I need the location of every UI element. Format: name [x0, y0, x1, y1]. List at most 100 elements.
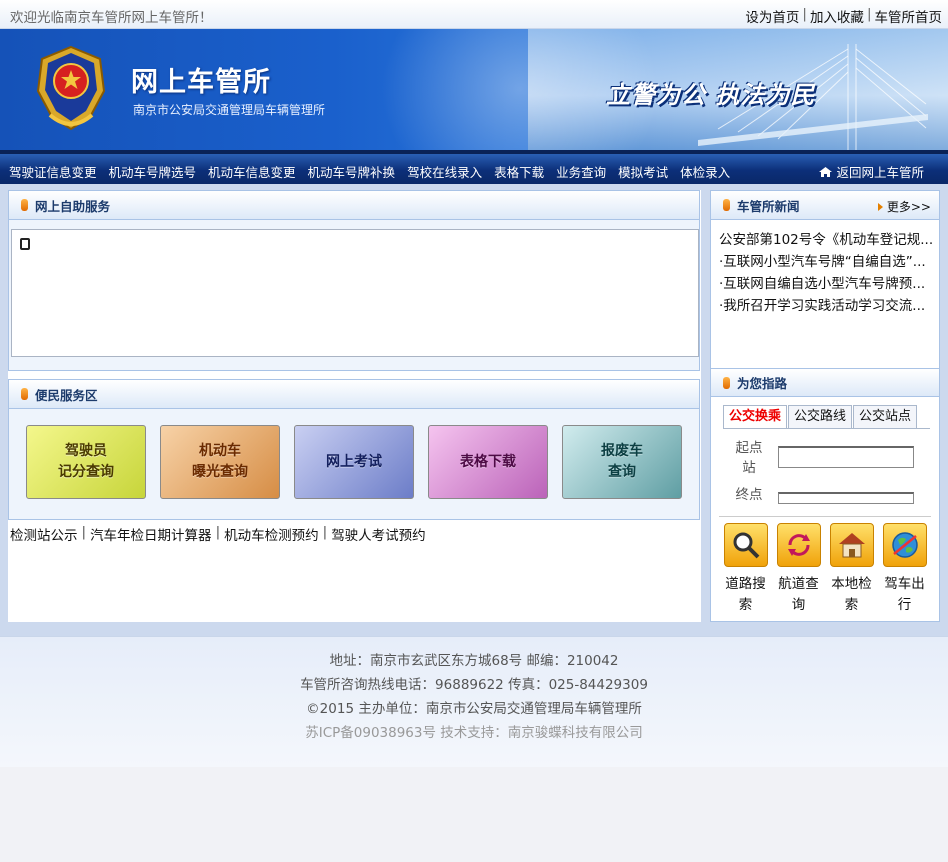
vehicle-exposure-query-button[interactable]: 机动车 曝光查询: [160, 425, 280, 499]
footer-address: 地址：南京市玄武区东方城68号 邮编：210042: [329, 653, 619, 669]
button-line: 驾驶员: [65, 443, 107, 459]
button-line: 网上考试: [326, 453, 382, 470]
dmv-home-link[interactable]: 车管所首页: [875, 6, 943, 26]
orange-bullet-icon: [21, 199, 28, 211]
vehicle-inspection-booking-link[interactable]: 机动车检测预约: [224, 524, 319, 544]
news-header: 车管所新闻 更多>>: [711, 191, 939, 220]
guide-tabs: 公交换乘 公交路线 公交站点: [723, 405, 918, 429]
convenience-panel: 便民服务区 驾驶员记分查询 机动车 曝光查询 网上考试 表格下载 报废车查询: [8, 379, 700, 520]
driver-exam-booking-link[interactable]: 驾驶人考试预约: [331, 524, 426, 544]
add-favorite-link[interactable]: 加入收藏: [810, 6, 864, 26]
nav-item-license-info-change[interactable]: 驾驶证信息变更: [9, 162, 97, 181]
separator: |: [215, 524, 221, 540]
main-column: 网上自助服务 便民服务区 驾驶员 记分查询 机动车 曝光查询 网上考试 表格下载 报: [8, 190, 701, 622]
self-service-panel: 网上自助服务: [8, 190, 700, 371]
guide-header: 为您指路: [711, 368, 939, 397]
back-to-portal-link[interactable]: 返回网上车管所: [819, 162, 924, 181]
online-exam-button[interactable]: 网上考试: [294, 425, 414, 499]
start-station-input[interactable]: [778, 446, 914, 468]
waterway-query-label: 航道查询: [778, 576, 819, 613]
tab-bus-transfer[interactable]: 公交换乘: [723, 405, 788, 429]
end-station-input[interactable]: [778, 492, 914, 504]
news-item[interactable]: ·互联网自编自选小型汽车号牌预...: [719, 273, 935, 295]
news-item[interactable]: ·互联网小型汽车号牌“自编自选”...: [719, 251, 935, 273]
separator: |: [81, 524, 87, 540]
tab-bus-stop[interactable]: 公交站点: [853, 405, 918, 429]
news-item[interactable]: ·我所召开学习实践活动学习交流...: [719, 295, 935, 317]
divider: [719, 516, 931, 517]
convenience-title: 便民服务区: [35, 387, 98, 403]
site-subtitle: 南京市公安局交通管理局车辆管理所: [133, 103, 326, 117]
local-search-item[interactable]: 本地检索: [825, 523, 878, 616]
self-service-title: 网上自助服务: [35, 198, 111, 214]
tab-underline: [723, 428, 930, 429]
top-links: 设为首页 | 加入收藏 | 车管所首页: [745, 6, 942, 26]
orange-bullet-icon: [723, 376, 730, 389]
waterway-query-item[interactable]: 航道查询: [772, 523, 825, 616]
bottom-links: 检测站公示 | 汽车年检日期计算器 | 机动车检测预约 | 驾驶人考试预约: [10, 524, 426, 544]
separator: |: [802, 6, 807, 22]
top-bar: 欢迎光临南京车管所网上车管所！ 设为首页 | 加入收藏 | 车管所首页: [0, 0, 948, 29]
nav-item-driving-school-entry[interactable]: 驾校在线录入: [407, 162, 482, 181]
nav-item-plate-selection[interactable]: 机动车号牌选号: [109, 162, 197, 181]
globe-icon: [882, 523, 927, 567]
news-more-label: 更多>>: [886, 200, 931, 214]
separator: |: [322, 524, 328, 540]
nav-item-mock-exam[interactable]: 模拟考试: [618, 162, 668, 181]
road-search-label: 道路搜索: [725, 576, 766, 613]
orange-bullet-icon: [723, 199, 730, 211]
magnifier-icon: [723, 523, 768, 567]
self-service-content: [11, 229, 699, 357]
form-download-button[interactable]: 表格下载: [428, 425, 548, 499]
news-more-link[interactable]: 更多>>: [877, 198, 931, 215]
convenience-buttons: 驾驶员记分查询 机动车 曝光查询 网上考试 表格下载 报废车查询: [26, 425, 696, 499]
banner-slogan: 立警为公 执法为民: [606, 80, 816, 109]
footer-icp: 苏ICP备09038963号 技术支持：南京骏蝶科技有限公司: [305, 725, 643, 741]
main-nav: 驾驶证信息变更 机动车号牌选号 机动车信息变更 机动车号牌补换 驾校在线录入 表…: [0, 150, 948, 184]
tab-bus-route[interactable]: 公交路线: [788, 405, 853, 429]
police-emblem-icon: [36, 45, 106, 131]
footer-hotline: 车管所咨询热线电话：96889622 传真：025-84429309: [300, 677, 648, 693]
home-icon: [819, 166, 833, 177]
button-line: 查询: [608, 464, 636, 480]
device-icon: [20, 238, 30, 250]
road-search-item[interactable]: 道路搜索: [719, 523, 772, 616]
nav-item-medical-entry[interactable]: 体检录入: [680, 162, 730, 181]
triangle-icon: [877, 202, 883, 211]
orange-bullet-icon: [21, 388, 28, 400]
button-line: 记分查询: [58, 464, 114, 480]
inspection-station-link[interactable]: 检测站公示: [10, 524, 78, 544]
button-line: 报废车: [601, 443, 643, 459]
button-line: 曝光查询: [192, 464, 248, 480]
driving-trip-label: 驾车出行: [884, 576, 925, 613]
guide-title: 为您指路: [737, 376, 788, 391]
start-station-label: 起点站: [735, 440, 763, 476]
inspection-date-calculator-link[interactable]: 汽车年检日期计算器: [90, 524, 212, 544]
footer: 地址：南京市玄武区东方城68号 邮编：210042 车管所咨询热线电话：9688…: [0, 636, 948, 767]
nav-item-plate-replacement[interactable]: 机动车号牌补换: [308, 162, 396, 181]
footer-copyright: ©2015 主办单位：南京市公安局交通管理局车辆管理所: [306, 701, 642, 717]
button-line: 表格下载: [460, 453, 516, 470]
scrapped-vehicle-query-button[interactable]: 报废车 查询: [562, 425, 682, 499]
news-item[interactable]: 公安部第102号令《机动车登记规...: [719, 229, 935, 251]
welcome-text: 欢迎光临南京车管所网上车管所！: [10, 10, 213, 26]
nav-item-form-download[interactable]: 表格下载: [494, 162, 544, 181]
convenience-header: 便民服务区: [9, 380, 699, 409]
set-homepage-link[interactable]: 设为首页: [745, 6, 799, 26]
driver-points-query-button[interactable]: 驾驶员 记分查询: [26, 425, 146, 499]
news-list: 公安部第102号令《机动车登记规... ·互联网小型汽车号牌“自编自选”... …: [719, 229, 935, 317]
guide-icons: 道路搜索 航道查询 本地检索 驾车出行: [719, 523, 931, 616]
driving-trip-item[interactable]: 驾车出行: [878, 523, 931, 616]
self-service-header: 网上自助服务: [9, 191, 699, 220]
house-icon: [829, 523, 874, 567]
local-search-label: 本地检索: [831, 576, 872, 613]
nav-item-vehicle-info-change[interactable]: 机动车信息变更: [208, 162, 296, 181]
nav-item-business-query[interactable]: 业务查询: [556, 162, 606, 181]
sidebar: 车管所新闻 更多>> 公安部第102号令《机动车登记规... ·互联网小型汽车号…: [710, 190, 940, 622]
site-title: 网上车管所: [131, 67, 271, 98]
end-station-label: 终点: [735, 487, 763, 503]
news-title: 车管所新闻: [737, 198, 800, 214]
back-to-portal-label: 返回网上车管所: [836, 165, 924, 180]
route-arrows-icon: [776, 523, 821, 567]
nav-items: 驾驶证信息变更 机动车号牌选号 机动车信息变更 机动车号牌补换 驾校在线录入 表…: [9, 162, 742, 181]
